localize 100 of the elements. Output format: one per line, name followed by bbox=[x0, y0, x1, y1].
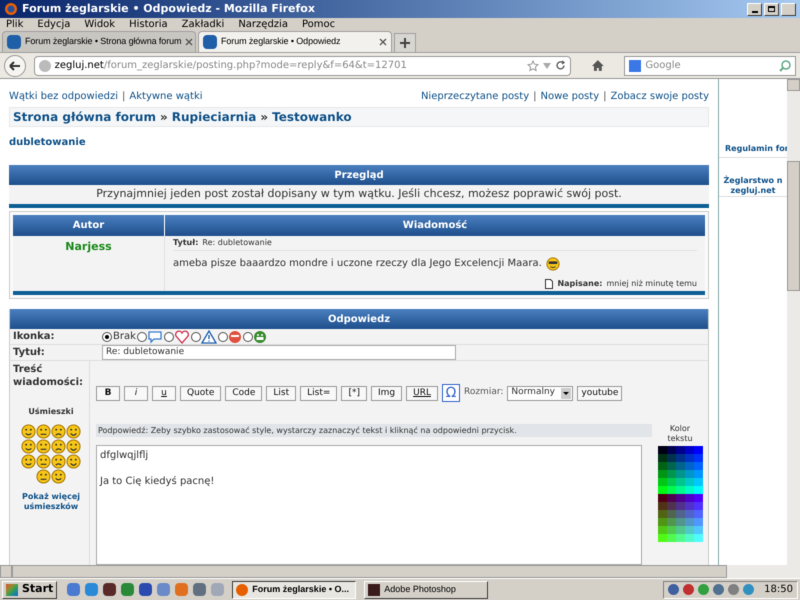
tab-title: Forum żeglarskie • Strona główna forum bbox=[25, 35, 182, 48]
radio-button[interactable] bbox=[136, 332, 147, 342]
menu-item[interactable]: Narzędzia bbox=[238, 20, 288, 30]
size-select[interactable]: Normalny bbox=[507, 386, 574, 400]
hint-text: Podpowiedź: Zeby szybko zastosować style, wystarczy zaznaczyć tekst i kliknąć na odpowiedni przycisk. bbox=[96, 424, 652, 437]
taskbar-button[interactable]: Adobe Photoshop bbox=[364, 580, 488, 598]
star-icon[interactable] bbox=[526, 60, 539, 72]
format-button[interactable]: List= bbox=[300, 386, 338, 400]
browser-tab[interactable]: Forum żeglarskie • Odpowiedz bbox=[198, 31, 392, 52]
menu-item[interactable]: Widok bbox=[84, 20, 116, 30]
column-header: Autor bbox=[13, 215, 165, 236]
smiley-icon[interactable] bbox=[66, 454, 81, 469]
clock: 18:50 bbox=[764, 583, 793, 597]
tray-icon[interactable] bbox=[713, 584, 724, 595]
app-icon bbox=[368, 584, 380, 596]
smiley-icon[interactable] bbox=[51, 439, 66, 454]
app-icon bbox=[236, 584, 248, 596]
maximize-icon[interactable] bbox=[764, 2, 779, 16]
breadcrumb-link[interactable]: Strona główna forum bbox=[13, 108, 156, 126]
quick-launch-icon[interactable] bbox=[139, 583, 152, 596]
link-separator: | bbox=[603, 90, 606, 104]
format-button[interactable]: List bbox=[266, 386, 296, 400]
smiley-icon[interactable] bbox=[36, 454, 51, 469]
format-button[interactable]: B bbox=[96, 386, 120, 400]
nav-link[interactable]: Wątki bez odpowiedzi bbox=[9, 89, 118, 104]
reload-icon[interactable] bbox=[554, 60, 566, 71]
tray-icon[interactable] bbox=[728, 584, 740, 595]
smiley-icon[interactable] bbox=[36, 424, 51, 439]
radio-button[interactable] bbox=[242, 332, 253, 342]
radio-button[interactable] bbox=[218, 332, 228, 342]
nav-link[interactable]: Nowe posty bbox=[540, 89, 600, 104]
special-character-button[interactable]: Ω bbox=[442, 384, 460, 402]
menu-item[interactable]: Historia bbox=[129, 20, 168, 30]
quick-launch-icon[interactable] bbox=[103, 583, 116, 596]
menu-item[interactable]: Pomoc bbox=[302, 20, 336, 30]
breadcrumb-link[interactable]: Testowanko bbox=[272, 108, 352, 126]
format-button[interactable]: i bbox=[124, 386, 148, 400]
message-line: dfglwqjlflj bbox=[100, 449, 150, 462]
field-label: Ikonka: bbox=[12, 330, 56, 344]
format-button[interactable]: Img bbox=[370, 386, 402, 400]
radio-button[interactable] bbox=[102, 332, 112, 342]
home-icon[interactable] bbox=[590, 59, 604, 72]
browser-logo-icon bbox=[4, 2, 18, 16]
smiley-icon[interactable] bbox=[51, 469, 66, 484]
breadcrumb-separator: » bbox=[260, 109, 268, 126]
format-button[interactable]: Quote bbox=[180, 386, 222, 400]
smiley-icon[interactable] bbox=[21, 424, 36, 439]
smiley-icon[interactable] bbox=[66, 439, 81, 454]
new-tab-button[interactable] bbox=[394, 33, 416, 52]
search-field[interactable]: Google bbox=[624, 56, 796, 76]
tray-icon[interactable] bbox=[668, 584, 680, 595]
taskbar-button[interactable]: Forum żeglarskie • O... bbox=[232, 580, 356, 598]
smiley-icon bbox=[546, 256, 560, 270]
more-smilies-link[interactable]: Pokaż więcej uśmieszków bbox=[13, 492, 89, 512]
topic-title[interactable]: dubletowanie bbox=[9, 135, 709, 150]
tab-title: Forum żeglarskie • Odpowiedz bbox=[221, 35, 340, 48]
start-button[interactable]: Start bbox=[2, 580, 58, 598]
column-header: Wiadomość bbox=[165, 215, 705, 236]
format-button[interactable]: u bbox=[152, 386, 176, 400]
back-button[interactable] bbox=[4, 54, 26, 76]
browser-tab[interactable]: Forum żeglarskie • Strona główna forum bbox=[2, 31, 196, 52]
breadcrumb-link[interactable]: Rupieciarnia bbox=[172, 108, 256, 126]
menu-item[interactable]: Zakładki bbox=[182, 20, 224, 30]
minimize-icon[interactable] bbox=[747, 2, 762, 16]
radio-button[interactable] bbox=[164, 332, 174, 342]
post-body: ameba pisze baaardzo mondre i uczone rzeczy dla Jego Excelencji Maara. bbox=[173, 257, 542, 271]
field-label: Treść wiadomości: bbox=[13, 363, 84, 389]
tray-icon[interactable] bbox=[683, 584, 694, 595]
url-text: zegluj.net/forum_zeglarskie/posting.php?mode=reply&f=64&t=12701 bbox=[54, 59, 407, 73]
format-button[interactable]: [*] bbox=[341, 386, 367, 400]
youtube-button[interactable]: youtube bbox=[577, 386, 622, 400]
message-textarea[interactable]: dfglwqjlflj Ja to Cię kiedyś pacnę! bbox=[96, 445, 642, 565]
size-label: Rozmiar: bbox=[464, 386, 504, 400]
nav-link[interactable]: Zobacz swoje posty bbox=[610, 89, 709, 104]
close-icon[interactable] bbox=[185, 38, 194, 46]
nav-link[interactable]: Aktywne wątki bbox=[129, 89, 203, 104]
close-icon[interactable] bbox=[379, 38, 387, 46]
quick-launch-icon[interactable] bbox=[193, 583, 206, 596]
radio-button[interactable] bbox=[190, 332, 201, 342]
smiley-icon[interactable] bbox=[21, 439, 36, 454]
nav-link[interactable]: Nieprzeczytane posty bbox=[420, 89, 530, 104]
format-button[interactable]: URL bbox=[406, 386, 438, 400]
favicon-icon bbox=[7, 35, 21, 49]
author-name[interactable]: Narjess bbox=[65, 239, 112, 291]
smiley-icon[interactable] bbox=[36, 439, 51, 454]
smiley-icon[interactable] bbox=[36, 469, 51, 484]
smiley-icon[interactable] bbox=[21, 454, 36, 469]
smiley-icon[interactable] bbox=[51, 424, 66, 439]
smiley-icon[interactable] bbox=[66, 424, 81, 439]
format-button[interactable]: Code bbox=[225, 386, 262, 400]
search-icon[interactable] bbox=[779, 60, 791, 72]
section-header: Odpowiedz bbox=[10, 309, 708, 329]
smiley-icon[interactable] bbox=[51, 454, 66, 469]
menu-item[interactable]: Plik bbox=[6, 20, 24, 30]
horizontal-scrollbar[interactable] bbox=[0, 565, 800, 578]
color-palette-drawing[interactable] bbox=[658, 446, 702, 542]
menu-item[interactable]: Edycja bbox=[37, 20, 70, 30]
address-bar[interactable]: zegluj.net/forum_zeglarskie/posting.php?mode=reply&f=64&t=12701 bbox=[34, 56, 571, 76]
window-title: Forum żeglarskie • Odpowiedz - Mozilla Firefox bbox=[22, 0, 315, 17]
vertical-scrollbar[interactable] bbox=[787, 79, 800, 565]
